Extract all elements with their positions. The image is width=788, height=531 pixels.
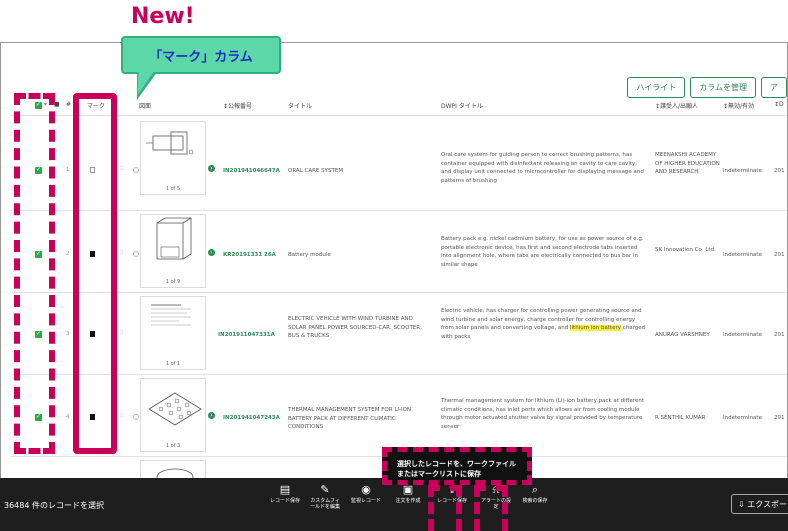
dwpi-cell: Oral care system for guiding person to c… [441,152,644,184]
mark-column-highlight [73,93,117,454]
applicant-cell: SK Innovation Co. Ltd. [655,247,716,253]
create-order-label: 注文を作成 [395,498,421,504]
header-hash: # [66,101,72,108]
edit-custom-fields-button[interactable]: ✎ カスタムフィールドを編集 [310,483,341,511]
row-number: 1 [66,167,70,173]
document-icon: ▣ [402,483,414,496]
drag-handle-icon[interactable]: ⁝⁝ [120,165,124,172]
drawing-thumbnail[interactable]: 1 of 3 [140,378,206,452]
table-row[interactable]: 3 ⁝⁝ 1 of 1 IN201911047331A ELECTRIC VEH… [11,294,787,374]
search-icon: ⌕ [531,483,539,496]
header-divider [11,115,787,116]
row-number: 3 [66,331,70,337]
pubno-link[interactable]: IN201941046647A [223,167,280,176]
date-cell: 201 [774,332,785,338]
manage-columns-button[interactable]: カラムを管理 [690,77,756,98]
save-search-button[interactable]: ⌕ 検索の保存 [520,483,550,505]
row-radio[interactable] [133,167,139,173]
status-cell: Indeterminate [723,252,762,258]
date-cell: 201 [774,252,785,258]
expand-icon[interactable]: › [208,249,215,256]
save-records-button[interactable]: ▤ レコード保存 [270,483,301,505]
status-cell: Indeterminate [723,168,762,174]
create-order-button[interactable]: ▣ 注文を作成 [393,483,423,505]
table-row[interactable]: 4 ⁝⁝ 1 of 3 › IN201941047243A THERMAL MA… [11,376,787,456]
alert-button-highlight [474,485,508,531]
dwpi-cell: Battery pack e.g. nickel cadmium battery… [441,236,644,268]
header-applicant[interactable]: ↕譲受人/出願人 [655,101,698,110]
table-row[interactable]: 1 ⁝⁝ 1 of 5 › IN201941046647A ORAL CARE … [11,117,787,197]
export-button[interactable]: ⇩ エクスポート [731,494,788,514]
expand-icon[interactable]: › [208,412,215,419]
highlight-button[interactable]: ハイライト [627,77,686,98]
title-cell: Battery module [288,252,331,258]
drawing-thumbnail[interactable]: 1 of 9 [140,214,206,288]
save-search-label: 検索の保存 [522,498,548,504]
save-icon: ▤ [279,483,291,496]
row-divider [11,292,787,293]
status-cell: Indeterminate [723,415,762,421]
title-cell: ELECTRIC VEHICLE WITH WIND TURBINE AND S… [288,316,422,340]
row-radio[interactable] [133,414,139,420]
applicant-cell: ANURAG VARSHNEY [655,332,710,338]
checkbox-column-highlight [14,93,55,454]
applicant-cell: R SENTHIL KUMAR [655,415,706,421]
expand-icon[interactable]: › [208,165,215,172]
drag-handle-icon[interactable]: ⁝⁝ [120,249,124,256]
row-number: 4 [66,414,70,420]
selected-count: 36484 件のレコードを選択 [4,501,104,510]
save-records-label: レコード保存 [270,498,301,504]
title-cell: ORAL CARE SYSTEM [288,168,344,174]
thumb-caption: 1 of 9 [165,279,181,285]
save-tooltip: 選択したレコードを、ワークファイルまたはマークリストに保存 [382,447,532,485]
header-dwpi[interactable]: DWPI タイトル [441,101,483,110]
row-number: 2 [66,251,70,257]
pubno-link[interactable]: IN201941047243A [223,414,280,423]
row-divider [11,374,787,375]
thumb-caption: 1 of 5 [165,186,181,192]
pubno-link[interactable]: IN201911047331A [218,331,275,340]
dwpi-cell: Electric vehicle, has charger for contro… [441,307,646,341]
bottom-action-bar: 36484 件のレコードを選択 ▤ レコード保存 ✎ カスタムフィールドを編集 ◉ 監… [0,478,788,531]
drawing-thumbnail[interactable]: 1 of 1 [140,296,206,370]
watch-records-button[interactable]: ◉ 監視レコード [351,483,382,505]
row-divider [11,210,787,211]
thumb-caption: 1 of 1 [165,361,181,367]
edit-custom-fields-label: カスタムフィールドを編集 [310,498,341,510]
header-date[interactable]: ↕D [774,101,784,108]
row-radio[interactable] [133,251,139,257]
more-button[interactable]: ア [761,77,787,98]
title-cell: THERMAL MANAGEMENT SYSTEM FOR LI-ION BAT… [288,407,412,431]
date-cell: 201 [774,168,785,174]
pencil-icon: ✎ [320,483,330,496]
status-cell: Indeterminate [723,332,762,338]
header-status[interactable]: ↕無効/有効 [723,101,754,110]
toolbar-top: ハイライト カラムを管理 ア [627,77,787,98]
drag-handle-icon[interactable]: ⁝⁝ [120,329,124,336]
applicant-cell: MEENAKSHI ACADEMY OF HIGHER EDUCATION AN… [655,152,720,176]
drawing-thumbnail[interactable]: 1 of 5 [140,121,206,195]
new-label: New! [131,4,195,29]
drag-handle-icon[interactable]: ⁝⁝ [120,412,124,419]
thumb-caption: 1 of 3 [165,443,181,449]
header-pubno[interactable]: ↕公報番号 [223,101,252,110]
keyword-highlight: lithium ion battery [569,325,622,332]
watch-records-label: 監視レコード [351,498,382,504]
table-row[interactable]: 2 ⁝⁝ 1 of 9 › KR20191331 26A Battery mod… [11,212,787,292]
pubno-link[interactable]: KR20191331 26A [223,251,276,260]
header-title[interactable]: タイトル [288,101,312,110]
dwpi-cell: Thermal management system for lithium (L… [441,398,645,430]
eye-icon: ◉ [361,483,371,496]
mark-column-callout: 「マーク」カラム [121,36,281,74]
date-cell: 201 [774,415,785,421]
table-header: ▾ ■ # マーク 図面 ↕公報番号 タイトル DWPI タイトル ↕譲受人/出… [11,99,787,113]
header-drawing[interactable]: 図面 [139,101,151,110]
save-button-highlight [428,485,462,531]
